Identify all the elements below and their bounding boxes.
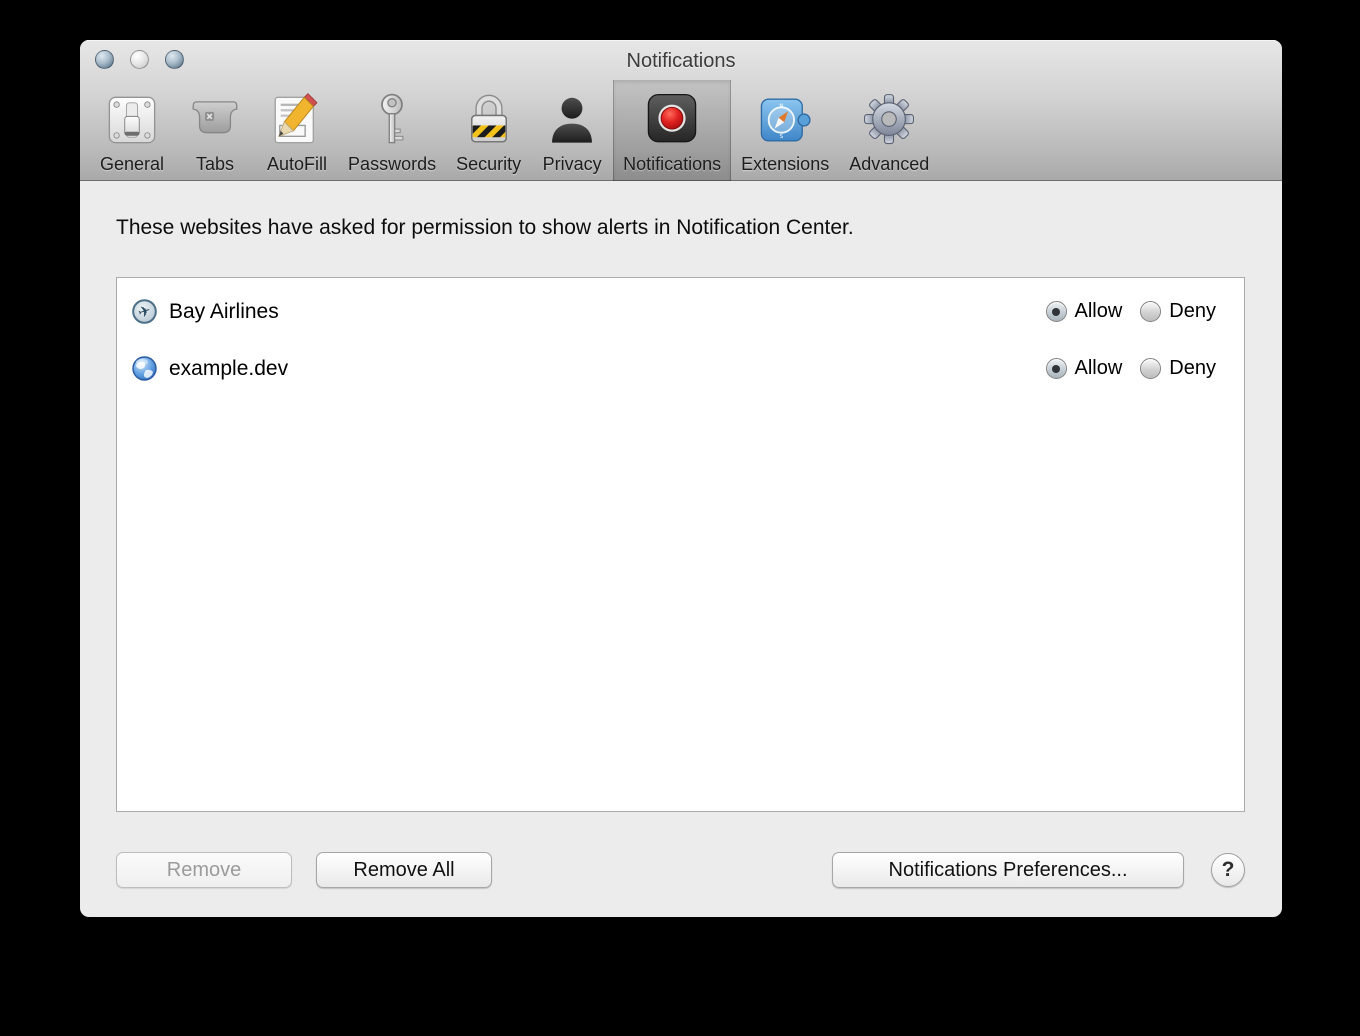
- padlock-icon: [458, 89, 520, 151]
- tab-tabs-label: Tabs: [196, 154, 235, 174]
- tab-autofill-label: AutoFill: [267, 154, 328, 174]
- person-silhouette-icon: [541, 89, 603, 151]
- help-button[interactable]: ?: [1211, 853, 1245, 887]
- tab-notifications[interactable]: Notifications: [613, 80, 732, 181]
- tab-passwords-label: Passwords: [348, 154, 437, 174]
- deny-option: Deny: [1140, 300, 1216, 323]
- notepad-pencil-icon: [266, 89, 328, 151]
- tab-icon: [184, 89, 246, 151]
- tab-extensions[interactable]: N S Extensions: [731, 80, 839, 181]
- tab-autofill[interactable]: AutoFill: [256, 80, 338, 181]
- airplane-icon: ✈: [132, 299, 157, 324]
- list-item[interactable]: example.dev Allow Deny: [117, 340, 1244, 397]
- tab-tabs[interactable]: Tabs: [174, 80, 256, 181]
- tab-advanced-label: Advanced: [849, 154, 930, 174]
- allow-radio[interactable]: [1045, 358, 1067, 379]
- globe-icon: [132, 356, 157, 381]
- svg-text:S: S: [780, 134, 784, 140]
- window-header: Notifications General Tabs AutoFill Pass…: [80, 40, 1282, 181]
- titlebar[interactable]: Notifications: [80, 40, 1282, 80]
- site-name: Bay Airlines: [169, 299, 279, 323]
- tab-passwords[interactable]: Passwords: [338, 80, 446, 181]
- notifications-preferences-button[interactable]: Notifications Preferences...: [832, 852, 1184, 888]
- light-switch-icon: [101, 89, 163, 151]
- deny-radio[interactable]: [1140, 301, 1162, 322]
- tab-extensions-label: Extensions: [741, 154, 830, 174]
- allow-label: Allow: [1074, 357, 1123, 379]
- gear-icon: [858, 89, 920, 151]
- tab-privacy-label: Privacy: [542, 154, 602, 174]
- website-permissions-list: ✈ Bay Airlines Allow Deny example.dev Al…: [116, 277, 1245, 812]
- puzzle-compass-icon: N S: [754, 89, 816, 151]
- allow-radio[interactable]: [1045, 301, 1067, 322]
- deny-radio[interactable]: [1140, 358, 1162, 379]
- remove-button[interactable]: Remove: [116, 852, 292, 888]
- tab-general-label: General: [100, 154, 165, 174]
- preferences-toolbar: General Tabs AutoFill Passwords Security…: [90, 80, 939, 181]
- allow-option: Allow: [1045, 357, 1123, 380]
- list-item[interactable]: ✈ Bay Airlines Allow Deny: [117, 283, 1244, 340]
- remove-all-button[interactable]: Remove All: [316, 852, 492, 888]
- tab-security[interactable]: Security: [446, 80, 531, 181]
- permission-controls: Allow Deny: [1045, 357, 1216, 380]
- tab-privacy[interactable]: Privacy: [531, 80, 613, 181]
- tab-notifications-label: Notifications: [623, 154, 722, 174]
- record-dot-icon: [641, 89, 703, 151]
- deny-label: Deny: [1169, 357, 1216, 379]
- site-name: example.dev: [169, 356, 289, 380]
- pane-description: These websites have asked for permission…: [116, 216, 854, 239]
- preferences-window: Notifications General Tabs AutoFill Pass…: [80, 40, 1282, 917]
- tab-security-label: Security: [456, 154, 522, 174]
- tab-advanced[interactable]: Advanced: [839, 80, 939, 181]
- deny-option: Deny: [1140, 357, 1216, 380]
- window-title: Notifications: [626, 50, 736, 72]
- allow-label: Allow: [1074, 300, 1123, 322]
- allow-option: Allow: [1045, 300, 1123, 323]
- svg-text:N: N: [780, 103, 784, 109]
- permission-controls: Allow Deny: [1045, 300, 1216, 323]
- key-icon: [361, 89, 423, 151]
- tab-general[interactable]: General: [90, 80, 174, 181]
- deny-label: Deny: [1169, 300, 1216, 322]
